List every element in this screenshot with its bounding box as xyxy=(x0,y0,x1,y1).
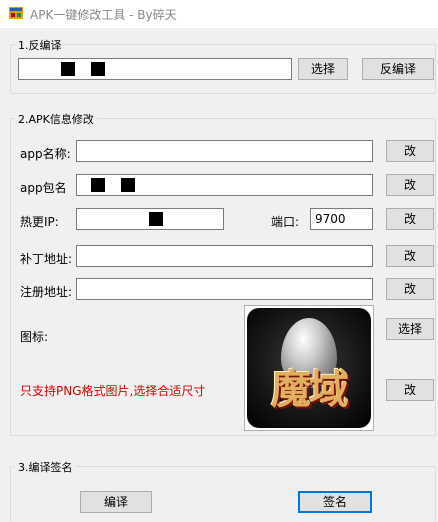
apk-info-group-title: 2.APK信息修改 xyxy=(15,111,97,127)
register-url-input[interactable] xyxy=(76,278,373,300)
decompile-button[interactable]: 反编译 xyxy=(362,58,434,80)
title-bar: APK一键修改工具 - By碎天 xyxy=(0,0,438,28)
select-icon-button[interactable]: 选择 xyxy=(386,318,434,340)
app-icon xyxy=(9,7,23,19)
redaction-mark xyxy=(121,178,135,192)
redaction-mark xyxy=(61,62,75,76)
modify-register-url-button[interactable]: 改 xyxy=(386,278,434,300)
icon-brand-text: 魔域 xyxy=(271,366,349,413)
modify-patch-url-button[interactable]: 改 xyxy=(386,245,434,267)
icon-format-note: 只支持PNG格式图片,选择合适尺寸 xyxy=(20,384,206,398)
app-icon-preview: 魔域 xyxy=(244,305,374,431)
patch-url-label: 补丁地址: xyxy=(20,252,73,266)
hot-update-ip-input[interactable] xyxy=(76,208,224,230)
modify-package-name-button[interactable]: 改 xyxy=(386,174,434,196)
modify-ip-port-button[interactable]: 改 xyxy=(386,208,434,230)
redaction-mark xyxy=(91,178,105,192)
modify-icon-button[interactable]: 改 xyxy=(386,379,434,401)
compile-button[interactable]: 编译 xyxy=(80,491,152,513)
app-icon-image: 魔域 xyxy=(247,308,371,428)
register-url-label: 注册地址: xyxy=(20,285,73,299)
package-name-label: app包名 xyxy=(20,181,67,195)
redaction-mark xyxy=(91,62,105,76)
package-name-input[interactable] xyxy=(76,174,373,196)
port-value: 9700 xyxy=(315,212,346,226)
modify-app-name-button[interactable]: 改 xyxy=(386,140,434,162)
patch-url-input[interactable] xyxy=(76,245,373,267)
redaction-mark xyxy=(149,212,163,226)
port-label: 端口: xyxy=(271,215,300,229)
redaction-blur xyxy=(77,141,161,161)
select-apk-button[interactable]: 选择 xyxy=(298,58,348,80)
icon-label: 图标: xyxy=(20,330,49,344)
window-title: APK一键修改工具 - By碎天 xyxy=(30,8,177,22)
sign-button[interactable]: 签名 xyxy=(298,491,372,513)
app-name-label: app名称: xyxy=(20,147,71,161)
apk-path-input[interactable] xyxy=(18,58,292,80)
build-group-title: 3.编译签名 xyxy=(15,459,76,475)
app-name-input[interactable] xyxy=(76,140,373,162)
port-input[interactable]: 9700 xyxy=(310,208,373,230)
decompile-group-title: 1.反编译 xyxy=(15,37,65,53)
hot-update-ip-label: 热更IP: xyxy=(20,215,59,229)
